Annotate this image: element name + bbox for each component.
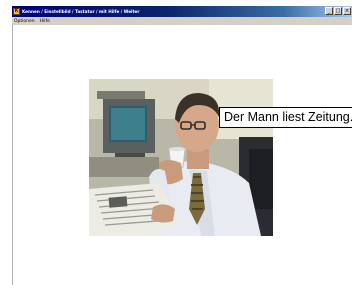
- maximize-button[interactable]: □: [334, 7, 342, 15]
- window-title: Kennen / Einstellbild / Tastatur / mit H…: [22, 9, 140, 14]
- menu-item-options[interactable]: Optionen: [14, 19, 35, 24]
- menu-item-help[interactable]: Hilfe: [40, 19, 50, 24]
- minimize-button[interactable]: _: [325, 7, 333, 15]
- screen: K Kennen / Einstellbild / Tastatur / mit…: [0, 0, 352, 285]
- title-bar[interactable]: K Kennen / Einstellbild / Tastatur / mit…: [12, 6, 352, 17]
- man-reading-newspaper-photo: [89, 79, 273, 236]
- window-left-border: [12, 25, 13, 285]
- menu-bar: Optionen Hilfe: [12, 17, 352, 25]
- caption-label: Der Mann liest Zeitung.: [219, 107, 352, 128]
- close-button[interactable]: ×: [343, 7, 351, 15]
- app-icon: K: [13, 8, 20, 15]
- window-controls: _ □ ×: [325, 7, 351, 15]
